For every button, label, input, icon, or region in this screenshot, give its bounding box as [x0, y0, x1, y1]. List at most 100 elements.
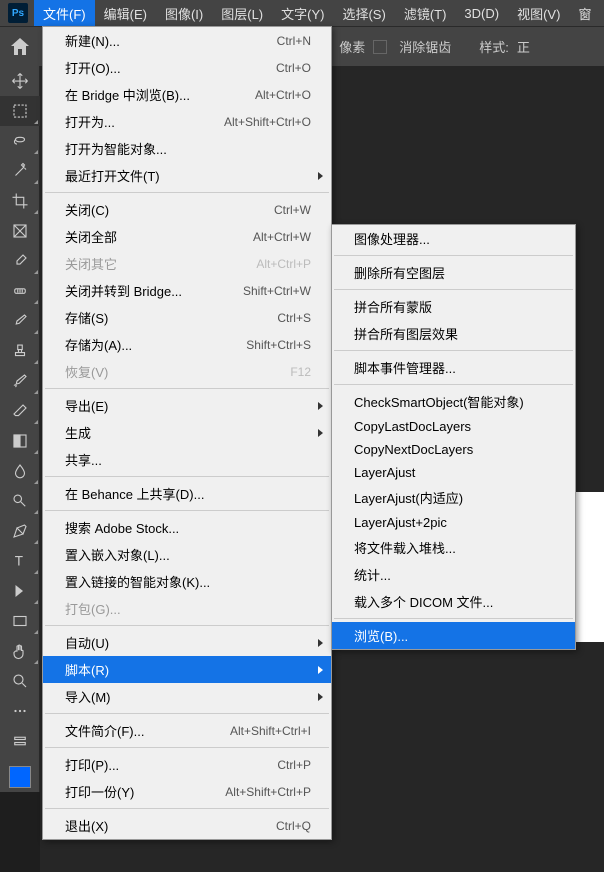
- menu-separator: [45, 808, 329, 809]
- script-submenu-item[interactable]: LayerAjust: [332, 461, 575, 484]
- path-tool-icon[interactable]: [0, 576, 40, 606]
- menu-separator: [45, 713, 329, 714]
- file-menu-item[interactable]: 关闭全部Alt+Ctrl+W: [43, 223, 331, 250]
- file-menu-item[interactable]: 导出(E): [43, 392, 331, 419]
- script-submenu-item[interactable]: 将文件载入堆栈...: [332, 534, 575, 561]
- file-menu-item[interactable]: 生成: [43, 419, 331, 446]
- foreground-color-swatch[interactable]: [9, 766, 31, 788]
- menu-image[interactable]: 图像(I): [156, 0, 212, 26]
- menu-item-label: 打开为...: [65, 112, 224, 131]
- menu-3d[interactable]: 3D(D): [455, 0, 508, 26]
- antialias-checkbox[interactable]: [373, 40, 387, 54]
- file-menu-item[interactable]: 存储为(A)...Shift+Ctrl+S: [43, 331, 331, 358]
- file-menu-item[interactable]: 脚本(R): [43, 656, 331, 683]
- file-menu-item[interactable]: 新建(N)...Ctrl+N: [43, 27, 331, 54]
- menu-separator: [334, 255, 573, 256]
- script-submenu-item[interactable]: LayerAjust+2pic: [332, 511, 575, 534]
- brush-tool-icon[interactable]: [0, 306, 40, 336]
- lasso-tool-icon[interactable]: [0, 126, 40, 156]
- file-menu-item[interactable]: 存储(S)Ctrl+S: [43, 304, 331, 331]
- eyedropper-tool-icon[interactable]: [0, 246, 40, 276]
- menu-type[interactable]: 文字(Y): [272, 0, 333, 26]
- menu-item-label: 将文件载入堆栈...: [354, 538, 555, 557]
- menu-separator: [45, 476, 329, 477]
- file-menu-item[interactable]: 打开为...Alt+Shift+Ctrl+O: [43, 108, 331, 135]
- menu-item-shortcut: F12: [290, 365, 311, 379]
- script-submenu-item[interactable]: CopyLastDocLayers: [332, 415, 575, 438]
- file-menu-item[interactable]: 搜索 Adobe Stock...: [43, 514, 331, 541]
- history-brush-tool-icon[interactable]: [0, 366, 40, 396]
- gradient-tool-icon[interactable]: [0, 426, 40, 456]
- file-menu-item[interactable]: 退出(X)Ctrl+Q: [43, 812, 331, 839]
- file-menu-item: 恢复(V)F12: [43, 358, 331, 385]
- file-menu-item[interactable]: 关闭(C)Ctrl+W: [43, 196, 331, 223]
- script-submenu-item[interactable]: 脚本事件管理器...: [332, 354, 575, 381]
- edit-toolbar-icon[interactable]: [0, 726, 40, 756]
- file-menu-item[interactable]: 打开为智能对象...: [43, 135, 331, 162]
- menu-item-label: 脚本(R): [65, 660, 311, 679]
- more-tools-icon[interactable]: [0, 696, 40, 726]
- menu-file[interactable]: 文件(F): [34, 0, 95, 26]
- file-menu-item[interactable]: 置入链接的智能对象(K)...: [43, 568, 331, 595]
- file-menu-item[interactable]: 置入嵌入对象(L)...: [43, 541, 331, 568]
- crop-tool-icon[interactable]: [0, 186, 40, 216]
- menu-separator: [334, 289, 573, 290]
- script-submenu-item[interactable]: 统计...: [332, 561, 575, 588]
- menu-item-label: 新建(N)...: [65, 31, 277, 50]
- file-menu-item[interactable]: 自动(U): [43, 629, 331, 656]
- stamp-tool-icon[interactable]: [0, 336, 40, 366]
- hand-tool-icon[interactable]: [0, 636, 40, 666]
- menu-separator: [334, 384, 573, 385]
- rectangle-tool-icon[interactable]: [0, 606, 40, 636]
- file-menu-item[interactable]: 打印(P)...Ctrl+P: [43, 751, 331, 778]
- move-tool-icon[interactable]: [0, 66, 40, 96]
- menu-item-label: 删除所有空图层: [354, 263, 555, 282]
- menu-item-shortcut: Alt+Shift+Ctrl+I: [230, 724, 311, 738]
- menu-edit[interactable]: 编辑(E): [95, 0, 156, 26]
- menu-item-label: CheckSmartObject(智能对象): [354, 392, 555, 411]
- file-menu-item[interactable]: 在 Behance 上共享(D)...: [43, 480, 331, 507]
- menu-window[interactable]: 窗: [569, 0, 600, 26]
- wand-tool-icon[interactable]: [0, 156, 40, 186]
- menu-filter[interactable]: 滤镜(T): [395, 0, 456, 26]
- menu-item-label: 导出(E): [65, 396, 311, 415]
- file-menu-item[interactable]: 打印一份(Y)Alt+Shift+Ctrl+P: [43, 778, 331, 805]
- menu-item-label: 恢复(V): [65, 362, 290, 381]
- menu-item-label: 在 Behance 上共享(D)...: [65, 484, 311, 503]
- script-submenu-item[interactable]: 拼合所有蒙版: [332, 293, 575, 320]
- menu-item-label: 拼合所有图层效果: [354, 324, 555, 343]
- blur-tool-icon[interactable]: [0, 456, 40, 486]
- menu-view[interactable]: 视图(V): [508, 0, 569, 26]
- script-submenu-item[interactable]: 拼合所有图层效果: [332, 320, 575, 347]
- menu-item-label: 共享...: [65, 450, 311, 469]
- file-menu-item[interactable]: 文件简介(F)...Alt+Shift+Ctrl+I: [43, 717, 331, 744]
- menu-layer[interactable]: 图层(L): [212, 0, 272, 26]
- script-submenu-item[interactable]: CheckSmartObject(智能对象): [332, 388, 575, 415]
- file-menu-item[interactable]: 最近打开文件(T): [43, 162, 331, 189]
- script-submenu-item[interactable]: LayerAjust(内适应): [332, 484, 575, 511]
- marquee-tool-icon[interactable]: [0, 96, 40, 126]
- file-menu-item[interactable]: 关闭并转到 Bridge...Shift+Ctrl+W: [43, 277, 331, 304]
- home-icon[interactable]: [8, 35, 32, 59]
- script-submenu-item[interactable]: CopyNextDocLayers: [332, 438, 575, 461]
- heal-tool-icon[interactable]: [0, 276, 40, 306]
- menu-item-label: 打开(O)...: [65, 58, 276, 77]
- file-menu-item[interactable]: 共享...: [43, 446, 331, 473]
- file-menu-item[interactable]: 打开(O)...Ctrl+O: [43, 54, 331, 81]
- type-tool-icon[interactable]: T: [0, 546, 40, 576]
- script-submenu-item[interactable]: 删除所有空图层: [332, 259, 575, 286]
- file-menu-dropdown: 新建(N)...Ctrl+N打开(O)...Ctrl+O在 Bridge 中浏览…: [42, 26, 332, 840]
- script-submenu-item[interactable]: 图像处理器...: [332, 225, 575, 252]
- zoom-tool-icon[interactable]: [0, 666, 40, 696]
- file-menu-item[interactable]: 在 Bridge 中浏览(B)...Alt+Ctrl+O: [43, 81, 331, 108]
- file-menu-item[interactable]: 导入(M): [43, 683, 331, 710]
- menu-select[interactable]: 选择(S): [333, 0, 394, 26]
- script-submenu-item[interactable]: 浏览(B)...: [332, 622, 575, 649]
- document-edge: [574, 492, 604, 642]
- pen-tool-icon[interactable]: [0, 516, 40, 546]
- chevron-right-icon: [318, 666, 323, 674]
- script-submenu-item[interactable]: 载入多个 DICOM 文件...: [332, 588, 575, 615]
- frame-tool-icon[interactable]: [0, 216, 40, 246]
- eraser-tool-icon[interactable]: [0, 396, 40, 426]
- dodge-tool-icon[interactable]: [0, 486, 40, 516]
